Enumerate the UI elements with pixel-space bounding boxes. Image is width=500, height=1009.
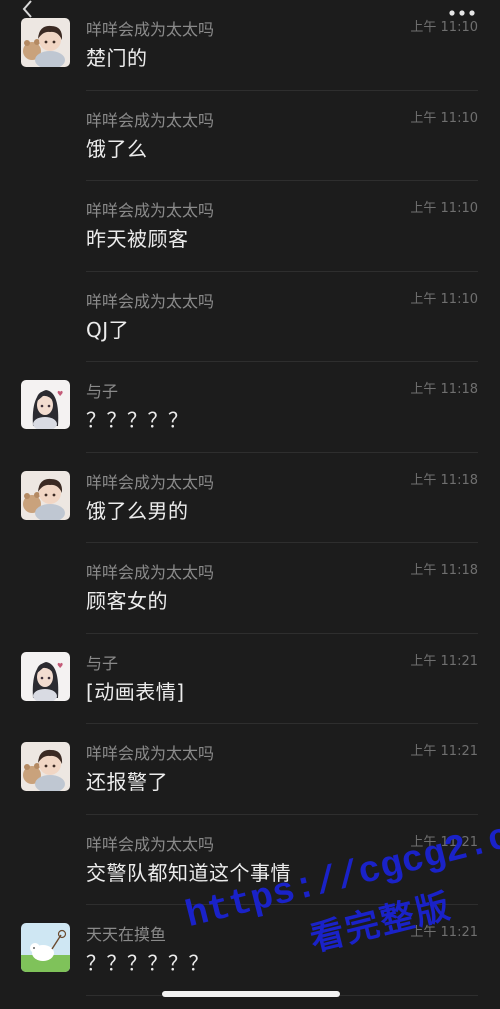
avatar[interactable]: ♥	[21, 380, 70, 429]
avatar[interactable]	[21, 470, 70, 520]
chat-top-bar	[0, 0, 500, 20]
message-text: 楚门的	[86, 46, 148, 70]
sender-name: 天天在摸鱼	[86, 925, 167, 944]
sender-name: 咩咩会成为太太吗	[86, 744, 215, 763]
message-item[interactable]: ♥ 与子 上午 11:21 [动画表情]	[0, 634, 500, 724]
avatar[interactable]	[21, 742, 70, 791]
message-item[interactable]: 咩咩会成为太太吗 上午 11:10 QJ了	[0, 272, 500, 362]
message-time: 上午 11:18	[410, 472, 478, 488]
message-time: 上午 11:21	[410, 744, 478, 759]
message-item[interactable]: 咩咩会成为太太吗 上午 11:10 昨天被顾客	[0, 181, 500, 272]
svg-text:♥: ♥	[57, 662, 63, 670]
message-item[interactable]: 咩咩会成为太太吗 上午 11:21 还报警了	[0, 724, 500, 815]
message-text: 交警队都知道这个事情	[86, 860, 291, 885]
avatar[interactable]	[21, 923, 70, 972]
message-item[interactable]: 天天在摸鱼 上午 11:21 ？？？？？？	[0, 905, 500, 996]
message-text: 还报警了	[86, 770, 168, 794]
more-dots-icon[interactable]	[448, 8, 476, 18]
message-time: 上午 11:21	[410, 925, 478, 940]
message-time: 上午 11:10	[410, 201, 478, 216]
message-item[interactable]: 咩咩会成为太太吗 上午 11:21 交警队都知道这个事情	[0, 815, 500, 905]
message-item[interactable]: 咩咩会成为太太吗 上午 11:18 顾客女的	[0, 543, 500, 634]
message-time: 上午 11:18	[410, 382, 478, 397]
message-text: 顾客女的	[86, 589, 168, 613]
sender-name: 与子	[86, 653, 119, 673]
message-item[interactable]: 咩咩会成为太太吗 上午 11:18 饿了么男的	[0, 453, 500, 543]
message-text: 饿了么男的	[86, 498, 189, 523]
message-text: 昨天被顾客	[86, 227, 189, 251]
sender-name: 咩咩会成为太太吗	[86, 472, 215, 492]
avatar[interactable]: ♥	[21, 651, 70, 701]
message-time: 上午 11:10	[410, 291, 478, 307]
chevron-left-icon[interactable]	[18, 0, 38, 20]
message-text: [动画表情]	[86, 679, 185, 704]
sender-name: 咩咩会成为太太吗	[86, 201, 215, 220]
home-indicator[interactable]	[162, 991, 340, 997]
sender-name: 与子	[86, 382, 119, 401]
message-text: QJ了	[86, 317, 130, 342]
message-text: ？？？？？	[86, 408, 189, 432]
avatar[interactable]	[21, 18, 70, 67]
message-time: 上午 11:21	[410, 653, 478, 669]
message-text: ？？？？？？	[86, 951, 209, 975]
message-text: 饿了么	[86, 136, 148, 161]
sender-name: 咩咩会成为太太吗	[86, 563, 215, 582]
message-item[interactable]: ♥ 与子 上午 11:18 ？？？？？	[0, 362, 500, 453]
sender-name: 咩咩会成为太太吗	[86, 834, 215, 854]
message-time: 上午 11:10	[410, 110, 478, 126]
message-time: 上午 11:21	[410, 834, 478, 850]
message-time: 上午 11:18	[410, 563, 478, 578]
svg-text:♥: ♥	[57, 390, 63, 398]
sender-name: 咩咩会成为太太吗	[86, 291, 215, 311]
sender-name: 咩咩会成为太太吗	[86, 110, 215, 130]
message-item[interactable]: 咩咩会成为太太吗 上午 11:10 饿了么	[0, 91, 500, 181]
message-list: 咩咩会成为太太吗 上午 11:10 楚门的 咩咩会成为太太吗 上午 11:10 饿了么 咩咩…	[0, 0, 500, 996]
